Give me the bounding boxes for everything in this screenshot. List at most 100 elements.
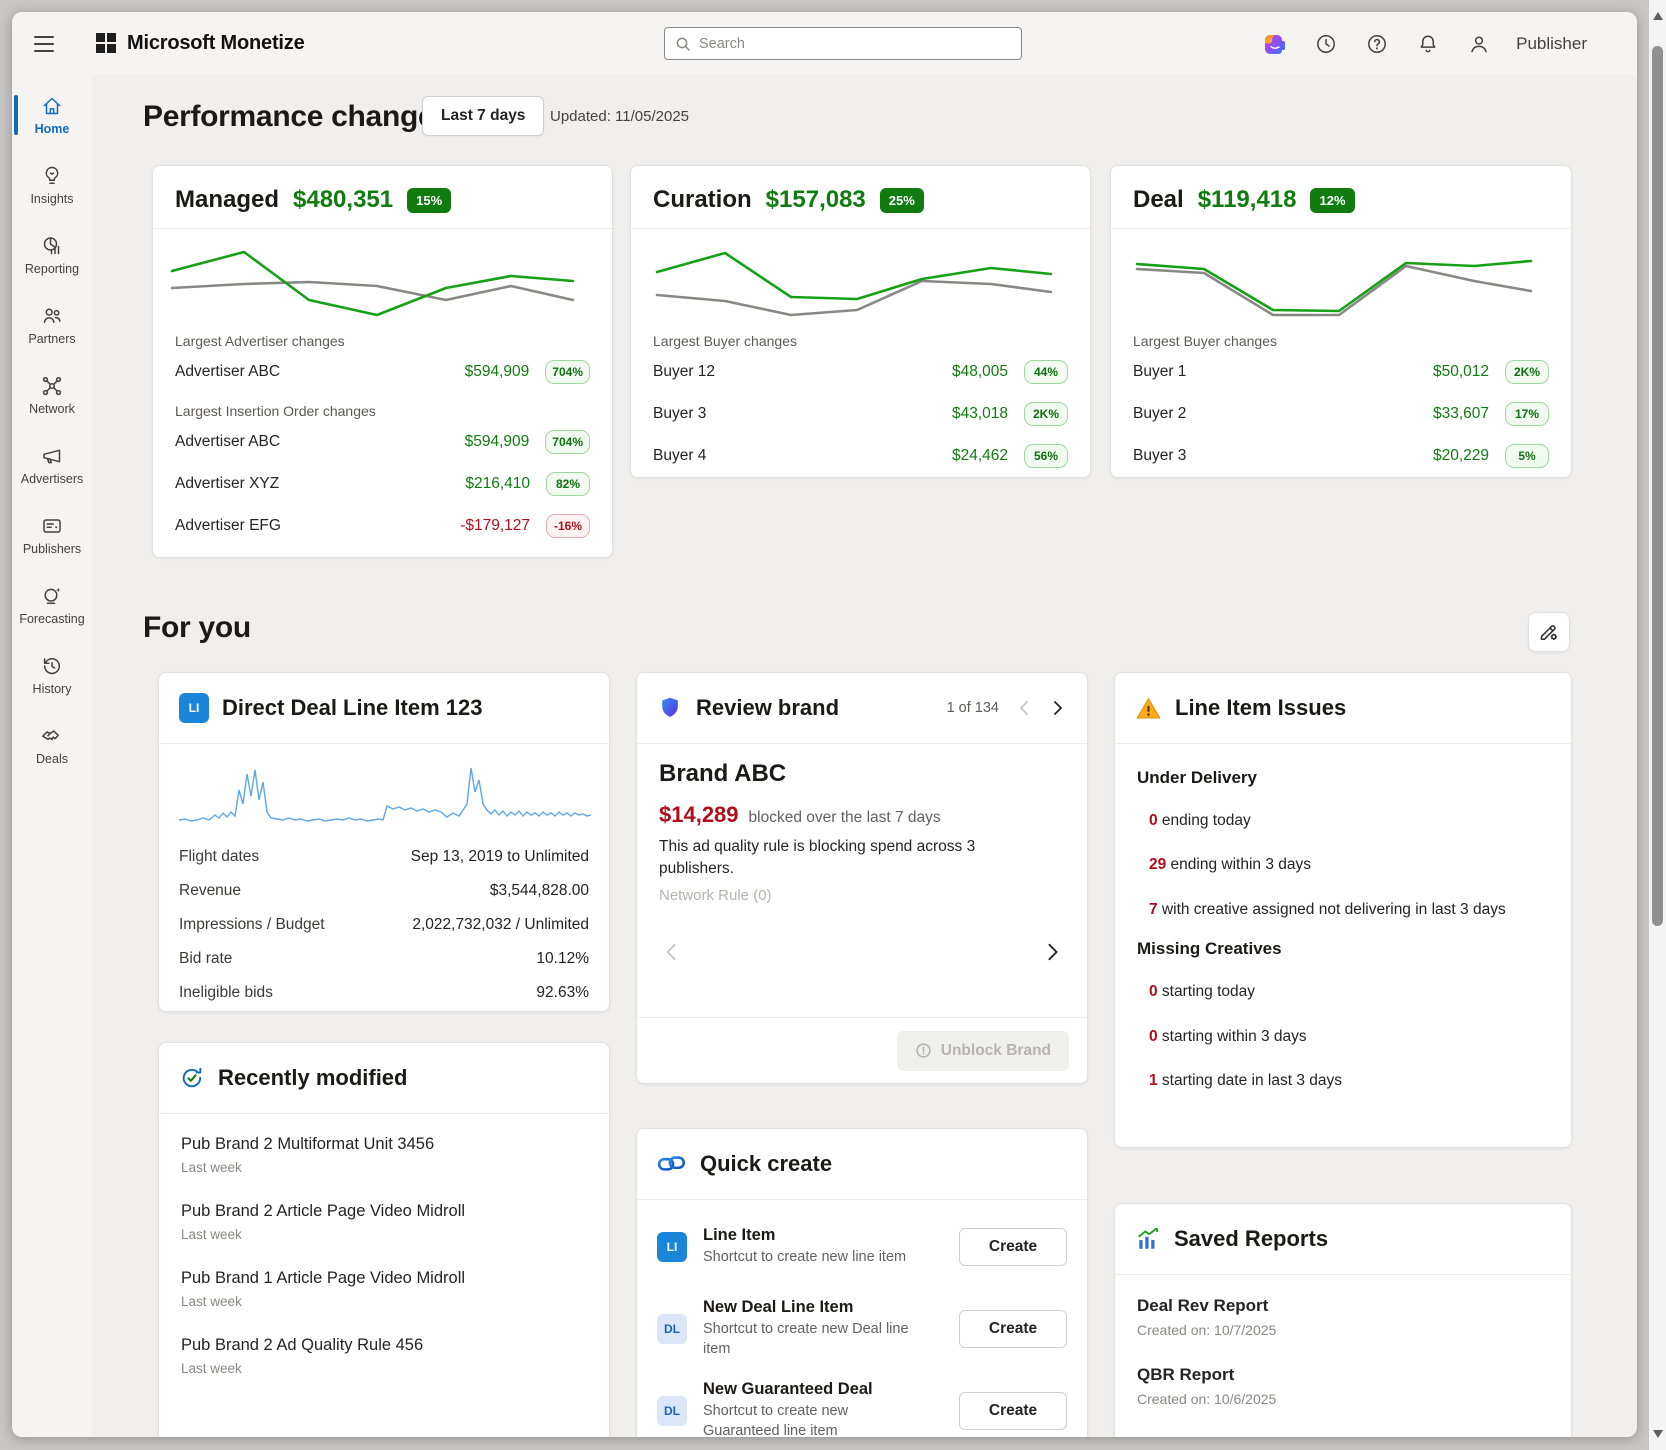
change-row[interactable]: Advertiser ABC $594,909 704% <box>175 351 590 393</box>
account-button[interactable] <box>1465 30 1493 58</box>
sidebar-item-deals[interactable]: Deals <box>12 713 92 777</box>
row-value: $216,410 <box>465 475 530 493</box>
topbar: Microsoft Monetize <box>12 12 1637 75</box>
sidebar-item-insights[interactable]: Insights <box>12 153 92 217</box>
row-badge: 2K% <box>1505 360 1549 384</box>
sidebar-item-home[interactable]: Home <box>12 83 92 147</box>
copilot-button[interactable] <box>1261 30 1289 58</box>
scroll-thumb[interactable] <box>1652 46 1663 926</box>
scroll-down-arrow[interactable] <box>1653 1430 1663 1438</box>
card-value: $480,351 <box>293 186 393 214</box>
line-item-badge: LI <box>179 693 209 723</box>
search-input[interactable] <box>699 36 1011 52</box>
metric-value: Sep 13, 2019 to Unlimited <box>411 848 589 866</box>
main-content: Performance changes Last 7 days Updated:… <box>92 75 1637 1437</box>
quick-create-title: Quick create <box>700 1151 832 1177</box>
report-item[interactable]: QBR Report Created on: 10/6/2025 <box>1137 1352 1549 1421</box>
lightbulb-icon <box>40 164 64 188</box>
create-line-item-button[interactable]: Create <box>959 1228 1067 1266</box>
recently-modified-card: Recently modified Pub Brand 2 Multiforma… <box>158 1042 610 1437</box>
modified-item[interactable]: Pub Brand 1 Article Page Video Midroll L… <box>181 1256 587 1323</box>
review-brand-card: Review brand 1 of 134 Brand ABC $14,289 … <box>636 672 1088 1084</box>
carousel-next-button[interactable] <box>1043 938 1063 966</box>
green-series <box>657 253 1051 299</box>
item-time: Last week <box>181 1227 587 1242</box>
issue-item[interactable]: 7 with creative assigned not delivering … <box>1149 899 1541 921</box>
issue-item[interactable]: 1 starting date in last 3 days <box>1149 1070 1541 1092</box>
issue-item[interactable]: 29 ending within 3 days <box>1149 854 1541 876</box>
blocked-caption: blocked over the last 7 days <box>749 809 941 827</box>
pager-prev-button[interactable] <box>1015 696 1033 720</box>
home-icon <box>40 94 64 118</box>
help-button[interactable] <box>1363 30 1391 58</box>
row-value: $43,018 <box>952 405 1008 423</box>
issue-item[interactable]: 0 starting today <box>1149 981 1541 1003</box>
row-badge: 5% <box>1505 444 1549 468</box>
notifications-button[interactable] <box>1414 30 1442 58</box>
pager-next-button[interactable] <box>1049 696 1067 720</box>
modified-item[interactable]: Pub Brand 2 Multiformat Unit 3456 Last w… <box>181 1122 587 1189</box>
issue-count: 29 <box>1149 856 1166 873</box>
change-row[interactable]: Buyer 3 $20,229 5% <box>1133 435 1549 477</box>
sidebar-item-history[interactable]: History <box>12 643 92 707</box>
change-row[interactable]: Advertiser ABC $594,909 704% <box>175 421 590 463</box>
sidebar-item-publishers[interactable]: Publishers <box>12 503 92 567</box>
row-value: $48,005 <box>952 363 1008 381</box>
chevron-left-icon <box>1019 700 1029 716</box>
modified-item[interactable]: Pub Brand 2 Ad Quality Rule 456 Last wee… <box>181 1323 587 1390</box>
app-window: Microsoft Monetize <box>12 12 1637 1437</box>
carousel-prev-button[interactable] <box>661 938 681 966</box>
saved-reports-title: Saved Reports <box>1174 1226 1328 1252</box>
metric-label: Revenue <box>179 882 241 900</box>
issue-item[interactable]: 0 starting within 3 days <box>1149 1026 1541 1048</box>
search-box[interactable] <box>664 27 1022 60</box>
create-deal-line-item-button[interactable]: Create <box>959 1310 1067 1348</box>
clock-icon <box>1314 32 1338 56</box>
metric-label: Impressions / Budget <box>179 916 325 934</box>
card-badge: 12% <box>1310 188 1354 213</box>
date-range-button[interactable]: Last 7 days <box>422 96 544 136</box>
topbar-actions: Publisher <box>1261 30 1615 58</box>
issue-count: 0 <box>1149 983 1158 1000</box>
report-name: QBR Report <box>1137 1365 1549 1385</box>
customize-widgets-button[interactable] <box>1528 612 1570 652</box>
change-row[interactable]: Buyer 2 $33,607 17% <box>1133 393 1549 435</box>
scroll-up-arrow[interactable] <box>1653 12 1663 20</box>
shield-icon <box>657 695 683 721</box>
managed-card: Managed $480,351 15% Largest Advertiser … <box>152 165 613 558</box>
row-badge: 17% <box>1505 402 1549 426</box>
metric-row: Ineligible bids 92.63% <box>179 976 589 1010</box>
card-value: $119,418 <box>1198 186 1297 214</box>
sidebar-item-network[interactable]: Network <box>12 363 92 427</box>
line-item-card: LI Direct Deal Line Item 123 Flight date… <box>158 672 610 1012</box>
brand-description: This ad quality rule is blocking spend a… <box>659 836 1009 881</box>
issue-item[interactable]: 0 ending today <box>1149 810 1541 832</box>
change-row[interactable]: Buyer 3 $43,018 2K% <box>653 393 1068 435</box>
sidebar-item-advertisers[interactable]: Advertisers <box>12 433 92 497</box>
sidebar-item-partners[interactable]: Partners <box>12 293 92 357</box>
row-value: $594,909 <box>465 363 530 381</box>
change-row[interactable]: Buyer 1 $50,012 2K% <box>1133 351 1549 393</box>
report-item[interactable]: Deal Rev Report Created on: 10/7/2025 <box>1137 1283 1549 1352</box>
create-guaranteed-deal-button[interactable]: Create <box>959 1392 1067 1430</box>
unblock-brand-button[interactable]: Unblock Brand <box>897 1031 1069 1071</box>
hamburger-button[interactable] <box>34 27 68 61</box>
change-row[interactable]: Buyer 12 $48,005 44% <box>653 351 1068 393</box>
person-icon <box>1467 32 1491 56</box>
sidebar-item-reporting[interactable]: Reporting <box>12 223 92 287</box>
row-badge: 82% <box>546 472 590 496</box>
scrollbar[interactable] <box>1649 0 1666 1450</box>
row-value: -$179,127 <box>460 517 530 535</box>
issue-count: 7 <box>1149 901 1158 918</box>
search-icon <box>675 36 691 52</box>
issue-count: 1 <box>1149 1072 1158 1089</box>
sidebar-item-forecasting[interactable]: Forecasting <box>12 573 92 637</box>
modified-item[interactable]: Pub Brand 2 Article Page Video Midroll L… <box>181 1189 587 1256</box>
card-value: $157,083 <box>766 186 866 214</box>
recent-activity-button[interactable] <box>1312 30 1340 58</box>
change-row[interactable]: Buyer 4 $24,462 56% <box>653 435 1068 477</box>
change-row[interactable]: Advertiser EFG -$179,127 -16% <box>175 505 590 547</box>
row-name: Advertiser XYZ <box>175 475 465 493</box>
group-label: Largest Buyer changes <box>1133 333 1549 349</box>
change-row[interactable]: Advertiser XYZ $216,410 82% <box>175 463 590 505</box>
